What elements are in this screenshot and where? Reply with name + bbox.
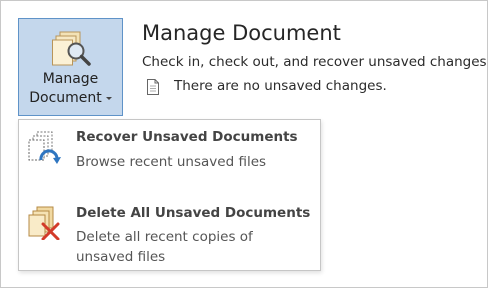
- manage-button-label-text: Document: [29, 90, 102, 106]
- menu-item-delete-unsaved[interactable]: Delete All Unsaved Documents Delete all …: [19, 196, 320, 270]
- manage-button-label-line1: Manage: [42, 71, 99, 87]
- delete-documents-icon: [28, 206, 60, 240]
- manage-document-button[interactable]: Manage Document: [18, 18, 123, 116]
- manage-document-icon: [52, 31, 91, 66]
- menu-item-description: Delete all recent copies of unsaved file…: [76, 229, 253, 265]
- recover-documents-icon: [28, 131, 61, 164]
- section-subtitle: Check in, check out, and recover unsaved…: [142, 54, 488, 70]
- manage-button-label-line2: Document: [19, 90, 122, 106]
- manage-document-panel: Manage Document Manage Document Check in…: [0, 0, 488, 288]
- section-title: Manage Document: [142, 21, 341, 45]
- menu-item-title: Recover Unsaved Documents: [76, 129, 298, 145]
- document-icon: [147, 79, 159, 95]
- manage-document-menu: Recover Unsaved Documents Browse recent …: [18, 119, 321, 271]
- menu-item-recover-unsaved[interactable]: Recover Unsaved Documents Browse recent …: [19, 120, 320, 190]
- menu-item-description: Browse recent unsaved files: [76, 154, 267, 170]
- menu-item-title: Delete All Unsaved Documents: [76, 205, 311, 221]
- chevron-down-icon: [105, 96, 112, 100]
- status-text: There are no unsaved changes.: [174, 78, 387, 94]
